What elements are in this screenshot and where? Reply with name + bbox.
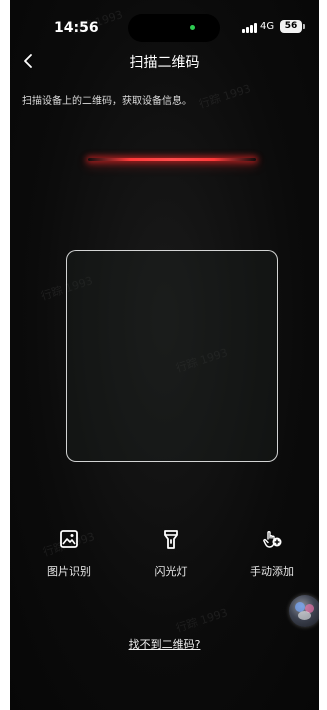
scan-frame [66,250,278,462]
manual-add-label: 手动添加 [250,565,294,578]
flashlight-icon [164,530,178,549]
camera-indicator-dot [190,25,195,30]
page-title: 扫描二维码 [129,55,200,71]
dynamic-island [128,14,220,42]
phone-screen: 行踪 1993 行踪 1993 行踪 1993 行踪 1993 行踪 1993 … [10,0,319,710]
network-type: 4G [260,21,275,32]
manual-add-button[interactable]: 手动添加 [232,528,312,579]
flashlight-button[interactable]: 闪光灯 [131,528,211,579]
status-time: 14:56 [54,20,99,36]
battery-tip [303,24,305,29]
watermark: 行踪 1993 [197,82,253,111]
image-icon [60,530,78,548]
status-bar: 14:56 4G 56 [10,0,319,52]
image-recognition-button[interactable]: 图片识别 [29,528,109,579]
cannot-find-qr-link[interactable]: 找不到二维码? [10,636,319,652]
image-recognition-label: 图片识别 [47,565,91,578]
flashlight-label: 闪光灯 [154,565,188,578]
scan-line [88,158,256,161]
signal-icon [242,22,258,33]
hand-add-icon [263,531,282,548]
assistant-float-ball[interactable] [289,595,319,627]
scan-instruction: 扫描设备上的二维码，获取设备信息。 [22,96,192,107]
battery-icon: 56 [280,20,302,33]
watermark: 行踪 1993 [174,606,230,635]
